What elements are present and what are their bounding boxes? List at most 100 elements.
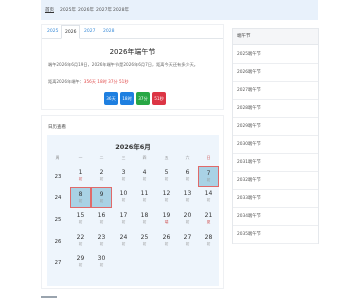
- calendar-day[interactable]: 23 初: [91, 231, 112, 252]
- nav-item-home[interactable]: 首页: [45, 7, 54, 13]
- tab-2026[interactable]: 2026: [61, 25, 81, 39]
- day-number: 30: [97, 255, 106, 262]
- minutes-badge: 37分: [136, 92, 150, 105]
- sidebar-item[interactable]: 2025端午节: [233, 46, 318, 64]
- day-number: 24: [119, 234, 128, 241]
- footer-divider: [41, 296, 57, 298]
- festival-description: 端午2026年6月19日，2026年端午节是2026年6月7日，距离今天还有多少…: [48, 62, 198, 67]
- sidebar-item[interactable]: 2030端午节: [233, 136, 318, 154]
- day-number: 11: [140, 190, 149, 197]
- lunar-label: 初: [206, 198, 211, 202]
- day-number: 25: [140, 234, 149, 241]
- weekday-header: 一: [78, 155, 83, 160]
- calendar-day[interactable]: 3初: [113, 166, 134, 187]
- lunar-label: 初: [185, 220, 190, 224]
- sidebar-title: 端午节: [233, 29, 318, 45]
- lunar-label: 初: [164, 242, 169, 246]
- lunar-label: 初: [121, 220, 126, 224]
- lunar-label: 初: [78, 177, 83, 181]
- day-number: 21: [204, 212, 213, 219]
- calendar-day[interactable]: 8初: [70, 187, 91, 208]
- lunar-label: 初: [121, 198, 126, 202]
- countdown-label: 距离2026年端午：: [48, 79, 84, 84]
- nav-item-2025[interactable]: 2025年: [60, 7, 76, 13]
- calendar-day[interactable]: 22 初: [70, 231, 91, 252]
- lunar-label: 初: [78, 242, 83, 246]
- year-tabs: 2025 2026 2027 2028: [42, 25, 223, 39]
- calendar-day[interactable]: 14 初: [198, 187, 219, 208]
- calendar-day[interactable]: 24 初: [113, 231, 134, 252]
- day-number: 1: [78, 169, 83, 176]
- sidebar-item[interactable]: 2031端午节: [233, 154, 318, 172]
- lunar-label: 初: [164, 198, 169, 202]
- calendar-day[interactable]: 20 初: [177, 209, 198, 230]
- day-number: 23: [97, 234, 106, 241]
- calendar-panel: 日历查看 2026年6月 周一二三四五六日 23 24 25 26 27 1 初 2 初 3 初 4 初 5…: [41, 115, 224, 289]
- lunar-label: 初: [78, 199, 83, 203]
- calendar-day[interactable]: 12 初: [156, 187, 177, 208]
- day-number: 9: [99, 191, 104, 198]
- calendar-day[interactable]: 19 端: [156, 209, 177, 230]
- tab-2027[interactable]: 2027: [81, 25, 98, 39]
- calendar-day[interactable]: 15 初: [70, 209, 91, 230]
- countdown-line: 距离2026年端午：356天 18时 37分 51秒: [48, 79, 129, 85]
- calendar-day[interactable]: 25 初: [134, 231, 155, 252]
- day-number: 7: [206, 170, 211, 177]
- nav-item-2026[interactable]: 2026年: [78, 7, 94, 13]
- day-number: 3: [121, 169, 126, 176]
- nav-item-2027[interactable]: 2027年: [96, 7, 112, 13]
- calendar-day[interactable]: 1初: [70, 166, 91, 187]
- calendar-grid: 2026年6月 周一二三四五六日 23 24 25 26 27 1 初 2 初 3 初 4 初 5 初 6 初 7 初…: [47, 135, 219, 286]
- calendar-day[interactable]: 29 初: [70, 252, 91, 273]
- calendar-day[interactable]: 30 初: [91, 252, 112, 273]
- sidebar-item[interactable]: 2029端午节: [233, 118, 318, 136]
- calendar-day[interactable]: 27 初: [177, 231, 198, 252]
- calendar-day[interactable]: 6初: [177, 166, 198, 187]
- calendar-day[interactable]: 26 初: [156, 231, 177, 252]
- weekday-header: 周: [55, 155, 60, 160]
- calendar-day[interactable]: 7初: [198, 166, 219, 187]
- lunar-label: 初: [121, 177, 126, 181]
- calendar-day[interactable]: 11 初: [134, 187, 155, 208]
- lunar-label: 夏: [206, 220, 211, 224]
- tab-2025[interactable]: 2025: [44, 25, 61, 39]
- day-number: 12: [162, 190, 171, 197]
- sidebar-item[interactable]: 2032端午节: [233, 172, 318, 190]
- calendar-day[interactable]: 2初: [91, 166, 112, 187]
- weekday-header: 二: [99, 155, 104, 160]
- sidebar-item[interactable]: 2026端午节: [233, 64, 318, 82]
- calendar-day[interactable]: 17 初: [113, 209, 134, 230]
- day-number: 15: [76, 212, 85, 219]
- hours-badge: 18时: [120, 92, 134, 105]
- lunar-label: 初: [99, 199, 104, 203]
- festival-info-panel: 2025 2026 2027 2028 2026年端午节 端午2026年6月19…: [41, 24, 224, 110]
- weekday-header: 四: [142, 155, 147, 160]
- sidebar-item[interactable]: 2035端午节: [233, 226, 318, 244]
- lunar-label: 初: [99, 177, 104, 181]
- lunar-label: 端: [164, 220, 169, 224]
- calendar-day[interactable]: 9初: [91, 187, 112, 208]
- calendar-day[interactable]: 21 夏: [198, 209, 219, 230]
- calendar-day[interactable]: 16 初: [91, 209, 112, 230]
- lunar-label: 初: [99, 220, 104, 224]
- sidebar-item[interactable]: 2033端午节: [233, 190, 318, 208]
- calendar-day[interactable]: 28 初: [198, 231, 219, 252]
- lunar-label: 初: [185, 198, 190, 202]
- weekday-header: 五: [164, 155, 169, 160]
- sidebar-item[interactable]: 2027端午节: [233, 82, 318, 100]
- calendar-day[interactable]: 5初: [156, 166, 177, 187]
- calendar-day[interactable]: 18 初: [134, 209, 155, 230]
- calendar-day[interactable]: 10 初: [113, 187, 134, 208]
- month-title: 2026年6月: [115, 143, 151, 151]
- day-number: 29: [76, 255, 85, 262]
- lunar-label: 初: [164, 177, 169, 181]
- calendar-day[interactable]: 13 初: [177, 187, 198, 208]
- tab-2028[interactable]: 2028: [100, 25, 117, 39]
- sidebar-item[interactable]: 2034端午节: [233, 208, 318, 226]
- nav-item-2028[interactable]: 2028年: [113, 7, 129, 13]
- lunar-label: 初: [142, 198, 147, 202]
- week-number: 26: [54, 239, 62, 245]
- calendar-day[interactable]: 4初: [134, 166, 155, 187]
- days-badge: 36天: [104, 92, 118, 105]
- sidebar-item[interactable]: 2028端午节: [233, 100, 318, 118]
